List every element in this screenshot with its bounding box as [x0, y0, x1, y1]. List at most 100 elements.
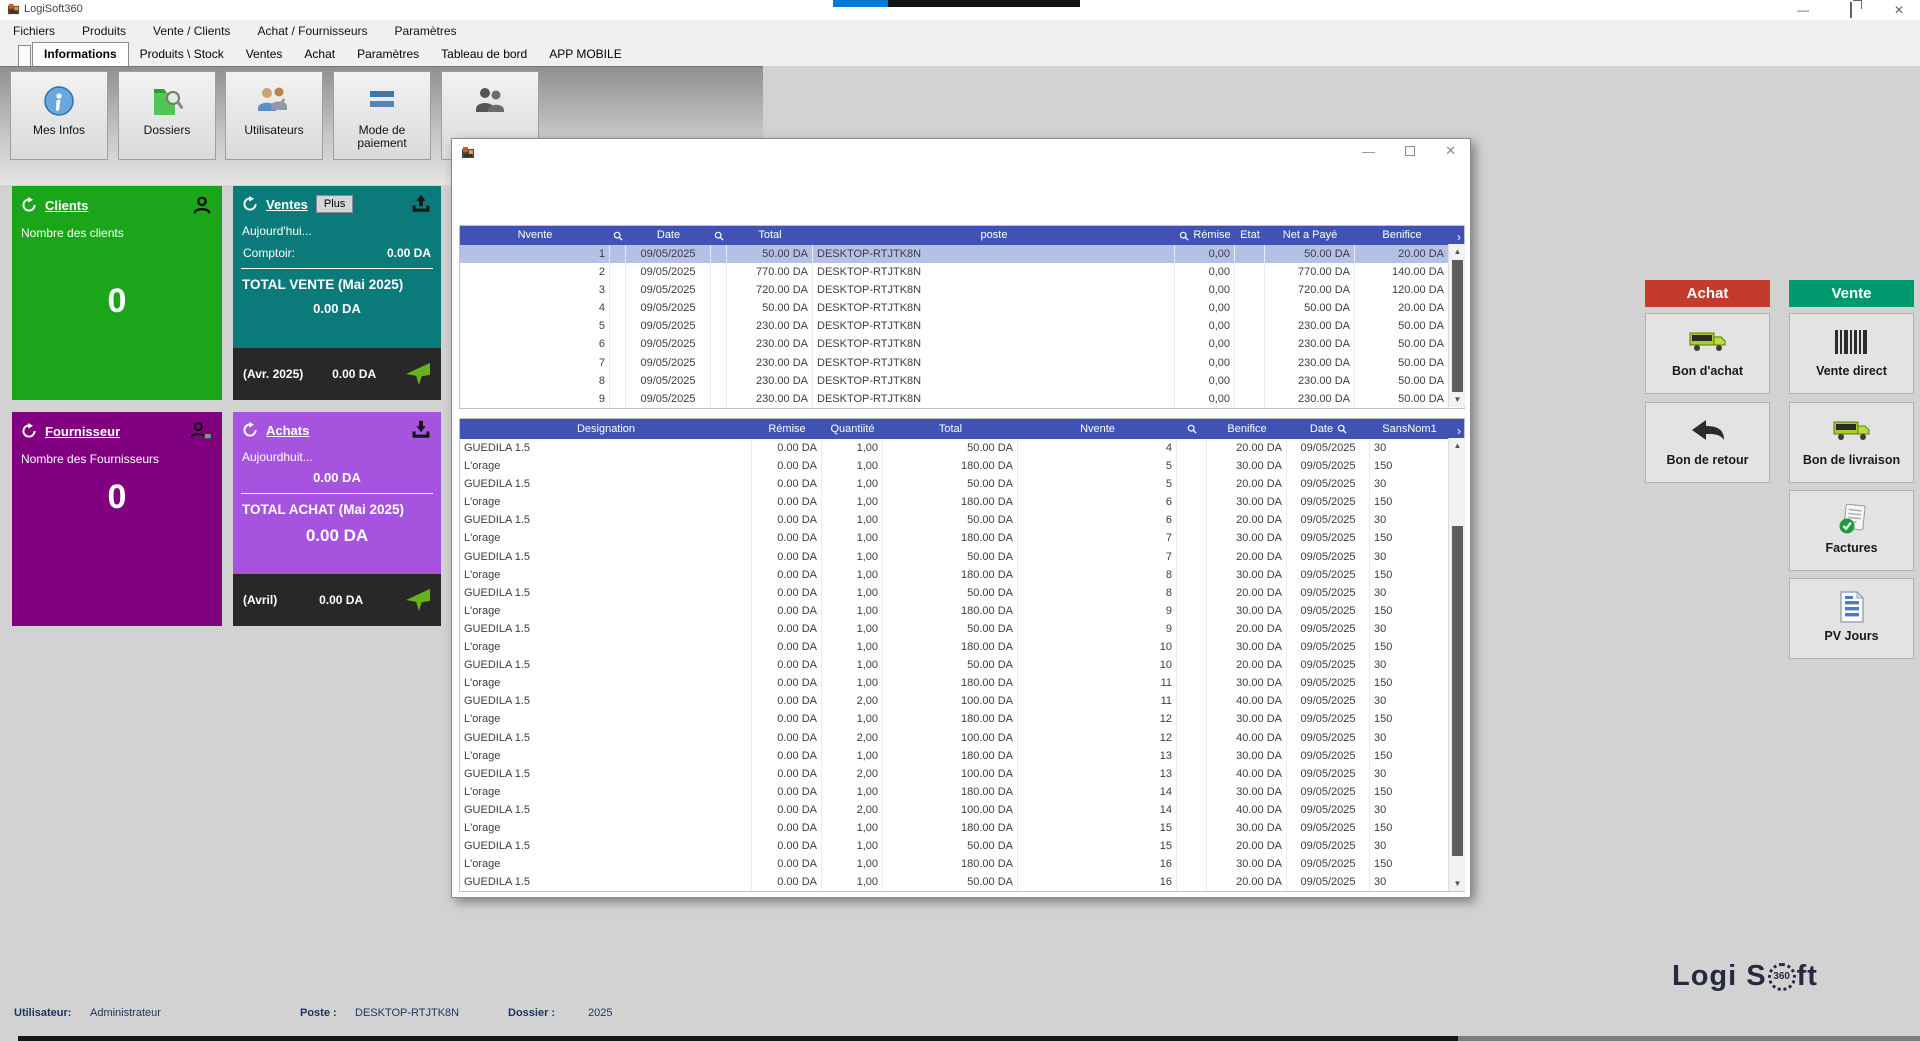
col-date[interactable]: Date [1287, 419, 1370, 439]
pv-jours-button[interactable]: PV Jours [1789, 578, 1914, 659]
table-row[interactable]: L'orage 0.00 DA 1,00 180.00 DA 11 30.00 … [460, 674, 1464, 692]
search-icon[interactable] [711, 226, 727, 245]
table-row[interactable]: L'orage 0.00 DA 1,00 180.00 DA 14 30.00 … [460, 783, 1464, 801]
refresh-icon[interactable] [21, 197, 37, 213]
menu-item[interactable]: Vente / Clients [153, 24, 230, 38]
table-row[interactable]: GUEDILA 1.5 0.00 DA 2,00 100.00 DA 12 40… [460, 729, 1464, 747]
table-row[interactable]: 6 09/05/2025 230.00 DA DESKTOP-RTJTK8N 0… [460, 335, 1464, 353]
tab-stub[interactable] [18, 45, 31, 66]
dossiers-button[interactable]: Dossiers [118, 71, 216, 160]
factures-button[interactable]: Factures [1789, 490, 1914, 571]
table-row[interactable]: L'orage 0.00 DA 1,00 180.00 DA 8 30.00 D… [460, 566, 1464, 584]
bon-livraison-button[interactable]: Bon de livraison [1789, 402, 1914, 483]
menu-item[interactable]: Paramètres [394, 24, 456, 38]
menu-item[interactable]: Fichiers [13, 24, 55, 38]
table-row[interactable]: GUEDILA 1.5 0.00 DA 2,00 100.00 DA 14 40… [460, 801, 1464, 819]
restore-icon[interactable] [1844, 3, 1858, 17]
menu-item[interactable]: Produits [82, 24, 126, 38]
scroll-up-icon[interactable]: ▲ [1449, 438, 1466, 453]
vente-direct-button[interactable]: Vente direct [1789, 313, 1914, 394]
table-row[interactable]: L'orage 0.00 DA 1,00 180.00 DA 15 30.00 … [460, 819, 1464, 837]
table-row[interactable]: GUEDILA 1.5 0.00 DA 2,00 100.00 DA 13 40… [460, 765, 1464, 783]
table-row[interactable]: GUEDILA 1.5 0.00 DA 1,00 50.00 DA 4 20.0… [460, 439, 1464, 457]
table-row[interactable]: GUEDILA 1.5 0.00 DA 2,00 100.00 DA 11 40… [460, 692, 1464, 710]
col-sansnom1[interactable]: SansNom1 [1370, 419, 1449, 439]
col-remise[interactable]: Rémise [752, 419, 822, 439]
tab-ventes[interactable]: Ventes [235, 43, 294, 66]
table-row[interactable]: GUEDILA 1.5 0.00 DA 1,00 50.00 DA 8 20.0… [460, 584, 1464, 602]
table-row[interactable]: L'orage 0.00 DA 1,00 180.00 DA 7 30.00 D… [460, 529, 1464, 547]
bon-retour-button[interactable]: Bon de retour [1645, 402, 1770, 483]
table-row[interactable]: GUEDILA 1.5 0.00 DA 1,00 50.00 DA 9 20.0… [460, 620, 1464, 638]
scrollbar-thumb[interactable] [1452, 260, 1463, 392]
sales-table-scrollbar[interactable]: ▲ ▼ [1448, 244, 1465, 407]
clients-card-title[interactable]: Clients [45, 198, 88, 213]
fournisseur-card-title[interactable]: Fournisseur [45, 424, 120, 439]
tab-produits-stock[interactable]: Produits \ Stock [129, 43, 235, 66]
refresh-icon[interactable] [21, 423, 37, 439]
table-row[interactable]: GUEDILA 1.5 0.00 DA 1,00 50.00 DA 10 20.… [460, 656, 1464, 674]
table-row[interactable]: 7 09/05/2025 230.00 DA DESKTOP-RTJTK8N 0… [460, 354, 1464, 372]
close-icon[interactable]: ✕ [1892, 3, 1906, 17]
tab-informations[interactable]: Informations [32, 42, 129, 66]
cell-total: 180.00 DA [883, 602, 1018, 620]
table-row[interactable]: L'orage 0.00 DA 1,00 180.00 DA 16 30.00 … [460, 855, 1464, 873]
col-nvente[interactable]: Nvente [1018, 419, 1177, 439]
utilisateurs-button[interactable]: Utilisateurs [225, 71, 323, 160]
table-row[interactable]: 5 09/05/2025 230.00 DA DESKTOP-RTJTK8N 0… [460, 317, 1464, 335]
tab-achat[interactable]: Achat [293, 43, 346, 66]
table-row[interactable]: L'orage 0.00 DA 1,00 180.00 DA 6 30.00 D… [460, 493, 1464, 511]
popup-minimize-icon[interactable]: — [1362, 144, 1375, 159]
tab-parametres[interactable]: Paramètres [346, 43, 430, 66]
table-row[interactable]: 2 09/05/2025 770.00 DA DESKTOP-RTJTK8N 0… [460, 263, 1464, 281]
search-icon[interactable] [1177, 419, 1207, 439]
scroll-down-icon[interactable]: ▼ [1449, 392, 1466, 407]
col-net[interactable]: Net a Payé [1265, 226, 1355, 245]
col-designation[interactable]: Designation [460, 419, 752, 439]
minimize-icon[interactable]: — [1796, 3, 1810, 17]
tab-app-mobile[interactable]: APP MOBILE [538, 43, 632, 66]
table-row[interactable]: L'orage 0.00 DA 1,00 180.00 DA 13 30.00 … [460, 747, 1464, 765]
popup-maximize-icon[interactable] [1405, 146, 1415, 156]
table-row[interactable]: 3 09/05/2025 720.00 DA DESKTOP-RTJTK8N 0… [460, 281, 1464, 299]
mes-infos-button[interactable]: Mes Infos [10, 71, 108, 160]
col-etat[interactable]: Etat [1235, 226, 1265, 245]
table-row[interactable]: GUEDILA 1.5 0.00 DA 1,00 50.00 DA 15 20.… [460, 837, 1464, 855]
popup-close-icon[interactable]: ✕ [1445, 143, 1456, 159]
table-row[interactable]: 9 09/05/2025 230.00 DA DESKTOP-RTJTK8N 0… [460, 390, 1464, 408]
col-nvente[interactable]: Nvente [460, 226, 610, 245]
table-row[interactable]: GUEDILA 1.5 0.00 DA 1,00 50.00 DA 6 20.0… [460, 511, 1464, 529]
col-benifice[interactable]: Benifice [1355, 226, 1449, 245]
refresh-icon[interactable] [242, 196, 258, 212]
table-row[interactable]: L'orage 0.00 DA 1,00 180.00 DA 5 30.00 D… [460, 457, 1464, 475]
col-date[interactable]: Date [626, 226, 711, 245]
items-table-scrollbar[interactable]: ▲ ▼ [1448, 438, 1465, 891]
col-poste[interactable]: poste [813, 226, 1175, 245]
col-benifice[interactable]: Benifice [1207, 419, 1287, 439]
col-quantite[interactable]: Quantiité [822, 419, 883, 439]
table-row[interactable]: L'orage 0.00 DA 1,00 180.00 DA 10 30.00 … [460, 638, 1464, 656]
achats-card-title[interactable]: Achats [266, 423, 309, 438]
table-row[interactable]: GUEDILA 1.5 0.00 DA 1,00 50.00 DA 5 20.0… [460, 475, 1464, 493]
col-remise[interactable]: Rémise [1175, 226, 1235, 245]
scroll-down-icon[interactable]: ▼ [1449, 876, 1466, 891]
refresh-icon[interactable] [242, 422, 258, 438]
scrollbar-thumb[interactable] [1452, 526, 1463, 856]
bon-achat-button[interactable]: Bon d'achat [1645, 313, 1770, 394]
search-icon[interactable] [610, 226, 626, 245]
table-row[interactable]: 4 09/05/2025 50.00 DA DESKTOP-RTJTK8N 0,… [460, 299, 1464, 317]
mode-de-paiement-button[interactable]: Mode de paiement [333, 71, 431, 160]
plus-button[interactable]: Plus [316, 195, 353, 213]
tab-tableau-de-bord[interactable]: Tableau de bord [430, 43, 538, 66]
table-row[interactable]: 8 09/05/2025 230.00 DA DESKTOP-RTJTK8N 0… [460, 372, 1464, 390]
scroll-up-icon[interactable]: ▲ [1449, 244, 1466, 259]
table-row[interactable]: GUEDILA 1.5 0.00 DA 1,00 50.00 DA 7 20.0… [460, 548, 1464, 566]
table-row[interactable]: L'orage 0.00 DA 1,00 180.00 DA 9 30.00 D… [460, 602, 1464, 620]
col-total[interactable]: Total [883, 419, 1018, 439]
menu-item[interactable]: Achat / Fournisseurs [257, 24, 367, 38]
table-row[interactable]: 1 09/05/2025 50.00 DA DESKTOP-RTJTK8N 0,… [460, 245, 1464, 263]
table-row[interactable]: GUEDILA 1.5 0.00 DA 1,00 50.00 DA 16 20.… [460, 873, 1464, 891]
table-row[interactable]: L'orage 0.00 DA 1,00 180.00 DA 12 30.00 … [460, 710, 1464, 728]
ventes-card-title[interactable]: Ventes [266, 197, 308, 212]
col-total[interactable]: Total [727, 226, 813, 245]
